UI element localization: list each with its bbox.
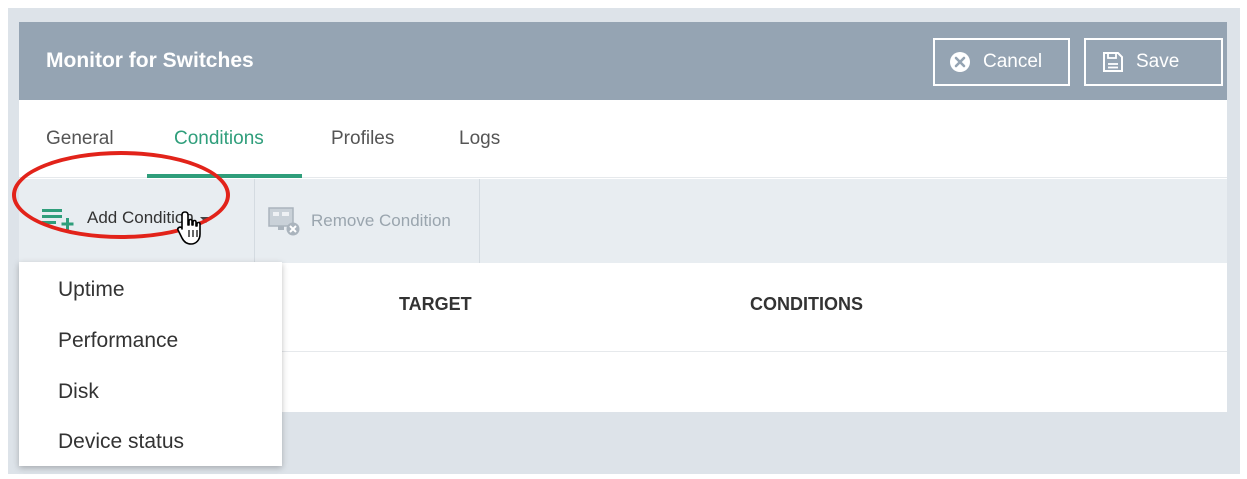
column-header-target[interactable]: TARGET bbox=[399, 294, 472, 315]
cancel-label: Cancel bbox=[983, 51, 1043, 72]
toolbar-divider bbox=[479, 179, 480, 263]
cancel-button[interactable]: Cancel bbox=[933, 38, 1070, 86]
add-condition-label: Add Condition bbox=[87, 208, 194, 227]
close-circle-icon bbox=[949, 51, 971, 73]
save-label: Save bbox=[1136, 51, 1180, 72]
tab-logs[interactable]: Logs bbox=[459, 128, 500, 150]
menu-item-device-status[interactable]: Device status bbox=[58, 430, 184, 454]
menu-item-disk[interactable]: Disk bbox=[58, 380, 99, 404]
add-list-icon bbox=[41, 205, 77, 231]
menu-item-performance[interactable]: Performance bbox=[58, 329, 178, 353]
remove-condition-button[interactable]: Remove Condition bbox=[267, 205, 451, 237]
toolbar-divider bbox=[254, 179, 255, 263]
menu-item-uptime[interactable]: Uptime bbox=[58, 278, 125, 302]
add-condition-dropdown: Uptime Performance Disk Device status bbox=[19, 262, 282, 466]
conditions-toolbar: Add Condition Remove Condition bbox=[19, 179, 1227, 263]
panel-header: Monitor for Switches Cancel Save bbox=[19, 22, 1227, 100]
save-button[interactable]: Save bbox=[1084, 38, 1223, 86]
tab-profiles[interactable]: Profiles bbox=[331, 128, 394, 150]
tab-bar: General Conditions Profiles Logs bbox=[19, 100, 1227, 178]
active-tab-indicator bbox=[147, 174, 302, 178]
remove-condition-icon bbox=[267, 205, 301, 237]
floppy-disk-icon bbox=[1102, 51, 1124, 73]
add-condition-button[interactable]: Add Condition bbox=[41, 205, 212, 231]
tab-conditions[interactable]: Conditions bbox=[174, 128, 264, 150]
remove-condition-label: Remove Condition bbox=[311, 211, 451, 230]
column-header-conditions[interactable]: CONDITIONS bbox=[750, 294, 863, 315]
chevron-down-icon bbox=[199, 216, 212, 223]
tab-general[interactable]: General bbox=[46, 128, 114, 150]
page-title: Monitor for Switches bbox=[46, 49, 254, 72]
